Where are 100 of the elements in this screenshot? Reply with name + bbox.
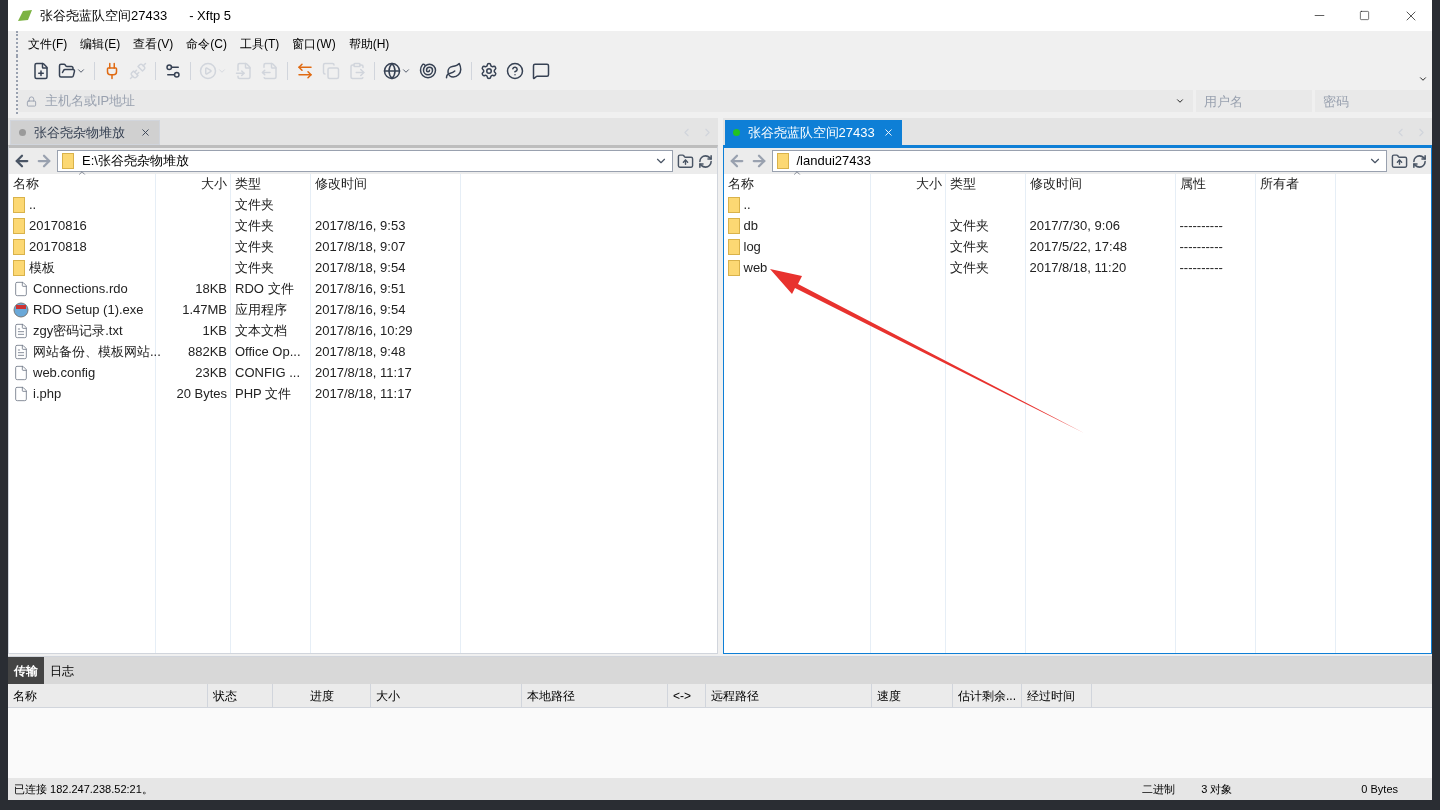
- properties-icon[interactable]: [164, 62, 182, 80]
- menu-item[interactable]: 命令(C): [186, 34, 227, 53]
- panel-tab[interactable]: 日志: [44, 657, 80, 684]
- session-tab[interactable]: 张谷尧蓝队空间27433: [724, 120, 902, 145]
- table-cell-text: 2017/8/18, 11:17: [315, 384, 412, 403]
- file-name[interactable]: ..: [743, 194, 751, 215]
- chat-icon[interactable]: [532, 62, 550, 80]
- column-header[interactable]: 修改时间: [1029, 174, 1082, 194]
- table-cell-text: 18KB: [195, 279, 227, 298]
- file-icon: [13, 385, 29, 402]
- column-header[interactable]: 进度: [310, 686, 334, 705]
- folder-icon: [13, 196, 25, 213]
- column-header[interactable]: 修改时间: [315, 174, 367, 194]
- panel-tab[interactable]: 传输: [8, 657, 44, 684]
- table-cell-text: CONFIG ...: [235, 363, 300, 382]
- table-cell-text: 2017/8/18, 9:48: [315, 342, 406, 361]
- column-header[interactable]: <->: [673, 686, 691, 705]
- column-header[interactable]: 速度: [877, 686, 901, 705]
- column-header[interactable]: 名称: [727, 174, 754, 194]
- close-icon[interactable]: [882, 127, 894, 138]
- swap-arrows-icon[interactable]: [296, 62, 314, 80]
- column-header[interactable]: 名称: [13, 174, 39, 194]
- tab-label: 张谷尧杂物堆放: [34, 123, 126, 142]
- file-name[interactable]: 网站备份、模板网站...: [33, 341, 161, 362]
- column-header[interactable]: 名称: [13, 686, 37, 705]
- file-name[interactable]: log: [743, 236, 761, 257]
- file-name[interactable]: 20170818: [29, 236, 87, 257]
- parent-folder-icon[interactable]: [1391, 152, 1408, 170]
- password-field[interactable]: 密码: [1315, 90, 1432, 112]
- file-name[interactable]: 20170816: [29, 215, 87, 236]
- close-icon[interactable]: [140, 127, 151, 138]
- table-cell-text: ----------: [1179, 258, 1223, 277]
- column-header[interactable]: 大小: [201, 174, 227, 194]
- session-tab[interactable]: 张谷尧杂物堆放: [10, 120, 160, 145]
- new-file-icon[interactable]: [32, 62, 50, 80]
- file-name[interactable]: i.php: [33, 383, 62, 404]
- column-header[interactable]: 估计剩余...: [958, 686, 1016, 705]
- globe-icon[interactable]: [383, 62, 401, 80]
- table-cell-text: ----------: [1179, 216, 1223, 235]
- refresh-icon[interactable]: [1412, 153, 1427, 169]
- column-header[interactable]: 经过时间: [1027, 686, 1075, 705]
- help-icon[interactable]: [506, 62, 524, 80]
- column-header[interactable]: 远程路径: [711, 686, 759, 705]
- file-name[interactable]: zgy密码记录.txt: [33, 320, 123, 341]
- table-cell-text: 2017/8/16, 10:29: [315, 321, 413, 340]
- leaf-icon[interactable]: [445, 62, 463, 80]
- table-cell-text: 应用程序: [235, 300, 287, 319]
- column-header[interactable]: 本地路径: [527, 686, 575, 705]
- table-cell-text: 2017/8/16, 9:51: [315, 279, 406, 298]
- table-cell-text: 23KB: [195, 363, 227, 382]
- table-cell-text: 文件夹: [235, 216, 274, 235]
- table-cell-text: 文件夹: [949, 216, 989, 235]
- file-name[interactable]: RDO Setup (1).exe: [33, 299, 144, 320]
- file-name[interactable]: web: [743, 257, 768, 278]
- settings-icon[interactable]: [480, 62, 498, 80]
- maximize-icon[interactable]: [1359, 10, 1370, 21]
- menu-item[interactable]: 窗口(W): [292, 34, 336, 53]
- username-field[interactable]: 用户名: [1196, 90, 1312, 112]
- table-cell-text: 2017/8/18, 11:20: [1029, 258, 1127, 277]
- table-cell-text: 2017/8/16, 9:54: [315, 300, 406, 319]
- column-header[interactable]: 大小: [915, 174, 942, 194]
- spiral-icon[interactable]: [419, 62, 437, 80]
- overflow-caret-icon[interactable]: [1418, 74, 1428, 84]
- column-header[interactable]: 类型: [235, 174, 261, 194]
- table-cell-text: RDO 文件: [235, 279, 294, 298]
- menu-item[interactable]: 帮助(H): [348, 34, 390, 53]
- path-field[interactable]: E:\张谷尧杂物堆放: [57, 150, 673, 172]
- table-cell-text: 2017/7/30, 9:06: [1029, 216, 1120, 235]
- parent-folder-icon[interactable]: [676, 152, 694, 170]
- menu-item[interactable]: 查看(V): [133, 34, 174, 53]
- folder-icon: [727, 196, 740, 213]
- file-name[interactable]: ..: [29, 194, 37, 215]
- table-cell-text: 2017/5/22, 17:48: [1029, 237, 1128, 256]
- column-header[interactable]: 所有者: [1259, 174, 1299, 194]
- transfer-mode: 二进制: [1142, 781, 1176, 797]
- table-cell-text: Office Op...: [235, 342, 301, 361]
- column-header[interactable]: 属性: [1179, 174, 1206, 194]
- table-cell-text: 文件夹: [949, 258, 989, 277]
- folder-icon[interactable]: [58, 62, 76, 80]
- table-cell-text: 2017/8/18, 11:17: [315, 363, 412, 382]
- menu-item[interactable]: 编辑(E): [80, 34, 121, 53]
- folder-icon: [13, 259, 25, 276]
- file-name[interactable]: web.config: [33, 362, 96, 383]
- file-name[interactable]: Connections.rdo: [33, 278, 128, 299]
- path-field[interactable]: /landui27433: [771, 150, 1387, 172]
- file-icon: [13, 364, 29, 381]
- folder-icon: [727, 259, 740, 276]
- refresh-icon[interactable]: [697, 153, 713, 169]
- column-header[interactable]: 大小: [376, 686, 400, 705]
- file-name[interactable]: 模板: [29, 257, 55, 278]
- table-cell-text: 2017/8/18, 9:07: [315, 237, 406, 256]
- column-header[interactable]: 状态: [213, 686, 237, 705]
- folder-icon: [727, 217, 740, 234]
- table-cell-text: 文件夹: [235, 237, 274, 256]
- column-header[interactable]: 类型: [949, 174, 976, 194]
- folder-icon: [13, 238, 25, 255]
- menu-item[interactable]: 工具(T): [240, 34, 280, 53]
- menu-item[interactable]: 文件(F): [28, 34, 68, 53]
- table-cell-text: 文件夹: [235, 258, 274, 277]
- file-name[interactable]: db: [743, 215, 758, 236]
